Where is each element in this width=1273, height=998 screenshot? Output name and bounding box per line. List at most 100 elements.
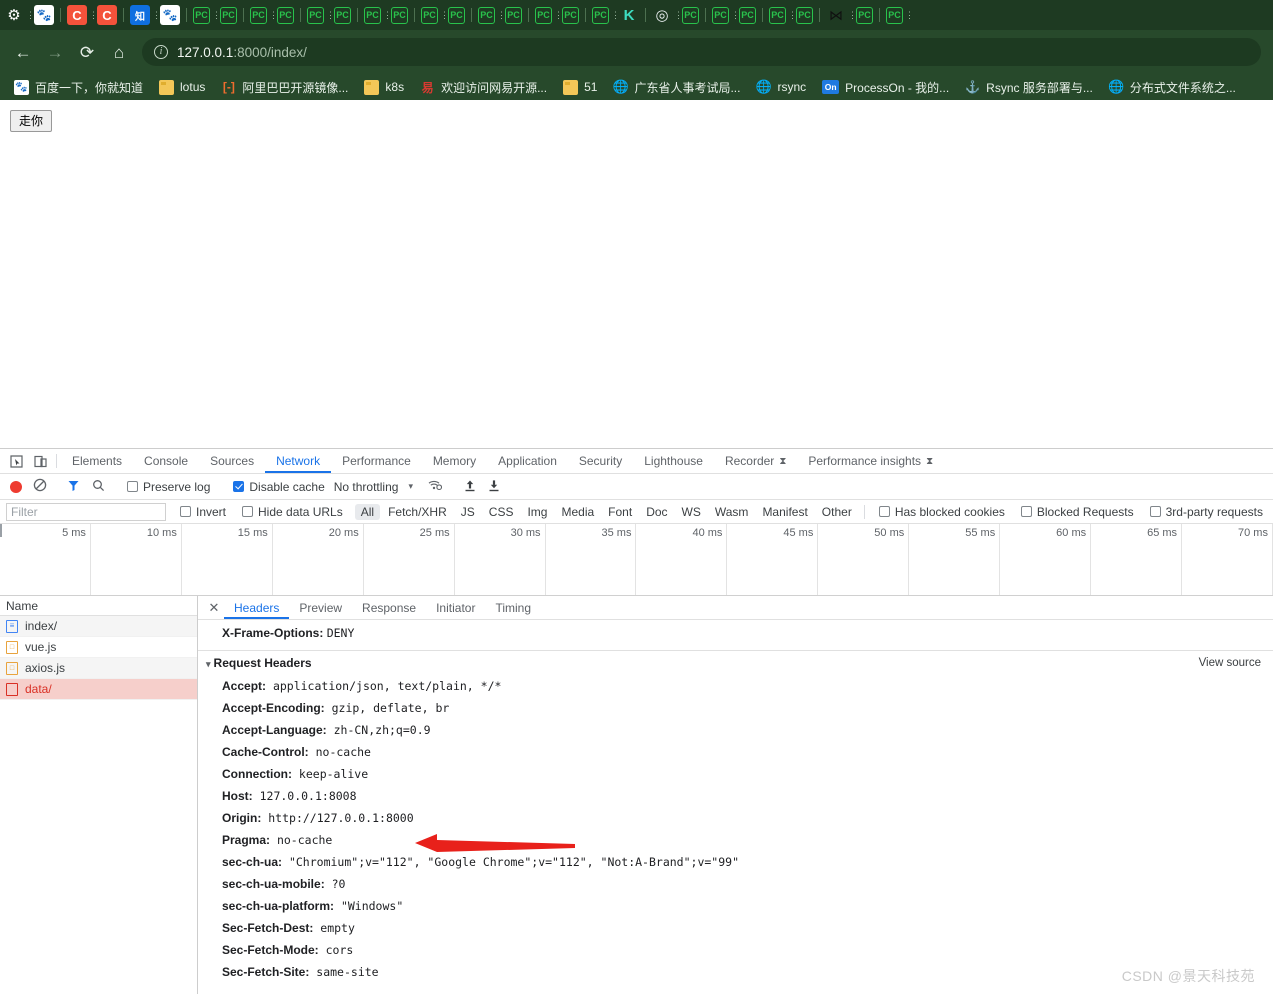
type-filter-js[interactable]: JS bbox=[455, 504, 481, 520]
home-button[interactable]: ⌂ bbox=[104, 37, 134, 67]
throttling-select[interactable]: No throttling bbox=[332, 480, 399, 494]
blocked-requests-checkbox[interactable] bbox=[1020, 506, 1032, 517]
blocked-requests-toggle[interactable]: Blocked Requests bbox=[1013, 505, 1142, 519]
type-filter-font[interactable]: Font bbox=[602, 504, 638, 520]
close-icon[interactable]: ✕ bbox=[204, 596, 224, 619]
browser-tab[interactable]: ⋈ bbox=[824, 0, 848, 30]
invert-checkbox[interactable] bbox=[180, 506, 191, 517]
bookmark-item[interactable]: k8s bbox=[356, 79, 412, 95]
site-info-icon[interactable]: i bbox=[154, 45, 168, 59]
device-toolbar-icon[interactable] bbox=[28, 449, 52, 473]
browser-tab[interactable]: PC bbox=[710, 0, 731, 30]
browser-tab[interactable]: PC bbox=[767, 0, 788, 30]
detail-tab-response[interactable]: Response bbox=[352, 596, 426, 619]
type-filter-doc[interactable]: Doc bbox=[640, 504, 673, 520]
request-row[interactable]: data/ bbox=[0, 679, 197, 700]
go-button[interactable]: 走你 bbox=[10, 110, 53, 133]
browser-tab[interactable]: PC bbox=[560, 0, 581, 30]
export-har-icon[interactable] bbox=[488, 479, 500, 495]
back-button[interactable]: ← bbox=[8, 37, 38, 67]
clear-icon[interactable] bbox=[33, 478, 47, 495]
type-filter-wasm[interactable]: Wasm bbox=[709, 504, 755, 520]
preserve-log-toggle[interactable]: Preserve log bbox=[120, 480, 217, 494]
devtools-tab-elements[interactable]: Elements bbox=[61, 449, 133, 473]
disable-cache-toggle[interactable]: Disable cache bbox=[226, 480, 331, 494]
bookmark-item[interactable]: 🌐 分布式文件系统之... bbox=[1101, 79, 1244, 96]
type-filter-ws[interactable]: WS bbox=[676, 504, 707, 520]
detail-tab-preview[interactable]: Preview bbox=[289, 596, 352, 619]
network-conditions-icon[interactable] bbox=[428, 479, 443, 494]
reload-button[interactable]: ⟳ bbox=[72, 37, 102, 67]
forward-button[interactable]: → bbox=[40, 37, 70, 67]
browser-tab[interactable]: PC bbox=[191, 0, 212, 30]
request-row[interactable]: □ vue.js bbox=[0, 637, 197, 658]
browser-tab[interactable]: PC bbox=[218, 0, 239, 30]
search-icon[interactable] bbox=[92, 479, 105, 495]
type-filter-all[interactable]: All bbox=[354, 503, 381, 520]
browser-tab[interactable]: C bbox=[95, 0, 119, 30]
devtools-tab-recorder[interactable]: Recorder ⧗ bbox=[714, 449, 797, 473]
browser-tab[interactable]: PC bbox=[854, 0, 875, 30]
browser-tab[interactable]: PC bbox=[332, 0, 353, 30]
view-source-link[interactable]: View source bbox=[1199, 657, 1261, 669]
devtools-tab-performance-insights[interactable]: Performance insights ⧗ bbox=[797, 449, 944, 473]
network-overview-timeline[interactable]: 5 ms 10 ms 15 ms 20 ms 25 ms 30 ms 35 ms 40 ms 4… bbox=[0, 524, 1273, 596]
browser-tab[interactable]: PC bbox=[794, 0, 815, 30]
third-party-requests-checkbox[interactable] bbox=[1149, 506, 1161, 517]
bookmark-item[interactable]: 51 bbox=[555, 79, 605, 95]
browser-tab[interactable]: PC bbox=[362, 0, 383, 30]
third-party-requests-toggle[interactable]: 3rd-party requests bbox=[1142, 505, 1271, 519]
type-filter-manifest[interactable]: Manifest bbox=[756, 504, 813, 520]
browser-tab[interactable]: ◎ bbox=[650, 0, 674, 30]
browser-tab[interactable]: C bbox=[65, 0, 89, 30]
chevron-down-icon[interactable]: ▾ bbox=[206, 659, 211, 669]
detail-tab-timing[interactable]: Timing bbox=[485, 596, 541, 619]
devtools-tab-sources[interactable]: Sources bbox=[199, 449, 265, 473]
type-filter-other[interactable]: Other bbox=[816, 504, 858, 520]
has-blocked-cookies-checkbox[interactable] bbox=[878, 506, 890, 517]
browser-tab[interactable]: 🐾 bbox=[32, 0, 56, 30]
address-bar[interactable]: i 127.0.0.1:8000/index/ bbox=[142, 38, 1261, 66]
bookmark-item[interactable]: ⚓ Rsync 服务部署与... bbox=[957, 79, 1101, 96]
detail-tab-initiator[interactable]: Initiator bbox=[426, 596, 485, 619]
request-headers-section-header[interactable]: ▾ Request Headers View source bbox=[198, 651, 1273, 675]
browser-tab[interactable]: PC bbox=[248, 0, 269, 30]
disable-cache-checkbox[interactable] bbox=[233, 481, 245, 492]
bookmark-item[interactable]: 🌐 广东省人事考试局... bbox=[605, 79, 748, 96]
bookmark-item[interactable]: lotus bbox=[151, 79, 213, 95]
invert-toggle[interactable]: Invert bbox=[172, 505, 234, 519]
devtools-tab-console[interactable]: Console bbox=[133, 449, 199, 473]
browser-tab[interactable]: PC bbox=[275, 0, 296, 30]
bookmark-item[interactable]: 🐾 百度一下，你就知道 bbox=[6, 79, 151, 96]
hide-data-urls-checkbox[interactable] bbox=[242, 506, 254, 517]
type-filter-img[interactable]: Img bbox=[521, 504, 553, 520]
bookmark-item[interactable]: On ProcessOn - 我的... bbox=[814, 79, 957, 96]
request-row[interactable]: ≡ index/ bbox=[0, 616, 197, 637]
inspect-element-icon[interactable] bbox=[4, 449, 28, 473]
preserve-log-checkbox[interactable] bbox=[127, 481, 138, 492]
type-filter-fetch-xhr[interactable]: Fetch/XHR bbox=[382, 504, 453, 520]
devtools-tab-security[interactable]: Security bbox=[568, 449, 633, 473]
devtools-tab-application[interactable]: Application bbox=[487, 449, 568, 473]
browser-tab[interactable]: PC bbox=[389, 0, 410, 30]
browser-tab[interactable]: PC bbox=[476, 0, 497, 30]
request-row[interactable]: □ axios.js bbox=[0, 658, 197, 679]
browser-tab[interactable]: PC bbox=[446, 0, 467, 30]
record-button[interactable] bbox=[10, 480, 22, 493]
browser-tab[interactable]: PC bbox=[305, 0, 326, 30]
request-list-header[interactable]: Name bbox=[0, 596, 197, 616]
browser-tab[interactable]: K bbox=[617, 0, 641, 30]
hide-data-urls-toggle[interactable]: Hide data URLs bbox=[234, 505, 351, 519]
detail-tab-headers[interactable]: Headers bbox=[224, 596, 289, 619]
bookmark-item[interactable]: [-] 阿里巴巴开源镜像... bbox=[213, 79, 356, 96]
browser-tab[interactable]: PC bbox=[533, 0, 554, 30]
devtools-tab-performance[interactable]: Performance bbox=[331, 449, 422, 473]
browser-tab[interactable]: ⚙ bbox=[2, 0, 26, 30]
devtools-tab-lighthouse[interactable]: Lighthouse bbox=[633, 449, 714, 473]
browser-tab[interactable]: 🐾 bbox=[158, 0, 182, 30]
type-filter-css[interactable]: CSS bbox=[483, 504, 520, 520]
devtools-tab-memory[interactable]: Memory bbox=[422, 449, 487, 473]
browser-tab[interactable]: PC bbox=[737, 0, 758, 30]
has-blocked-cookies-toggle[interactable]: Has blocked cookies bbox=[871, 505, 1013, 519]
browser-tab[interactable]: PC bbox=[419, 0, 440, 30]
